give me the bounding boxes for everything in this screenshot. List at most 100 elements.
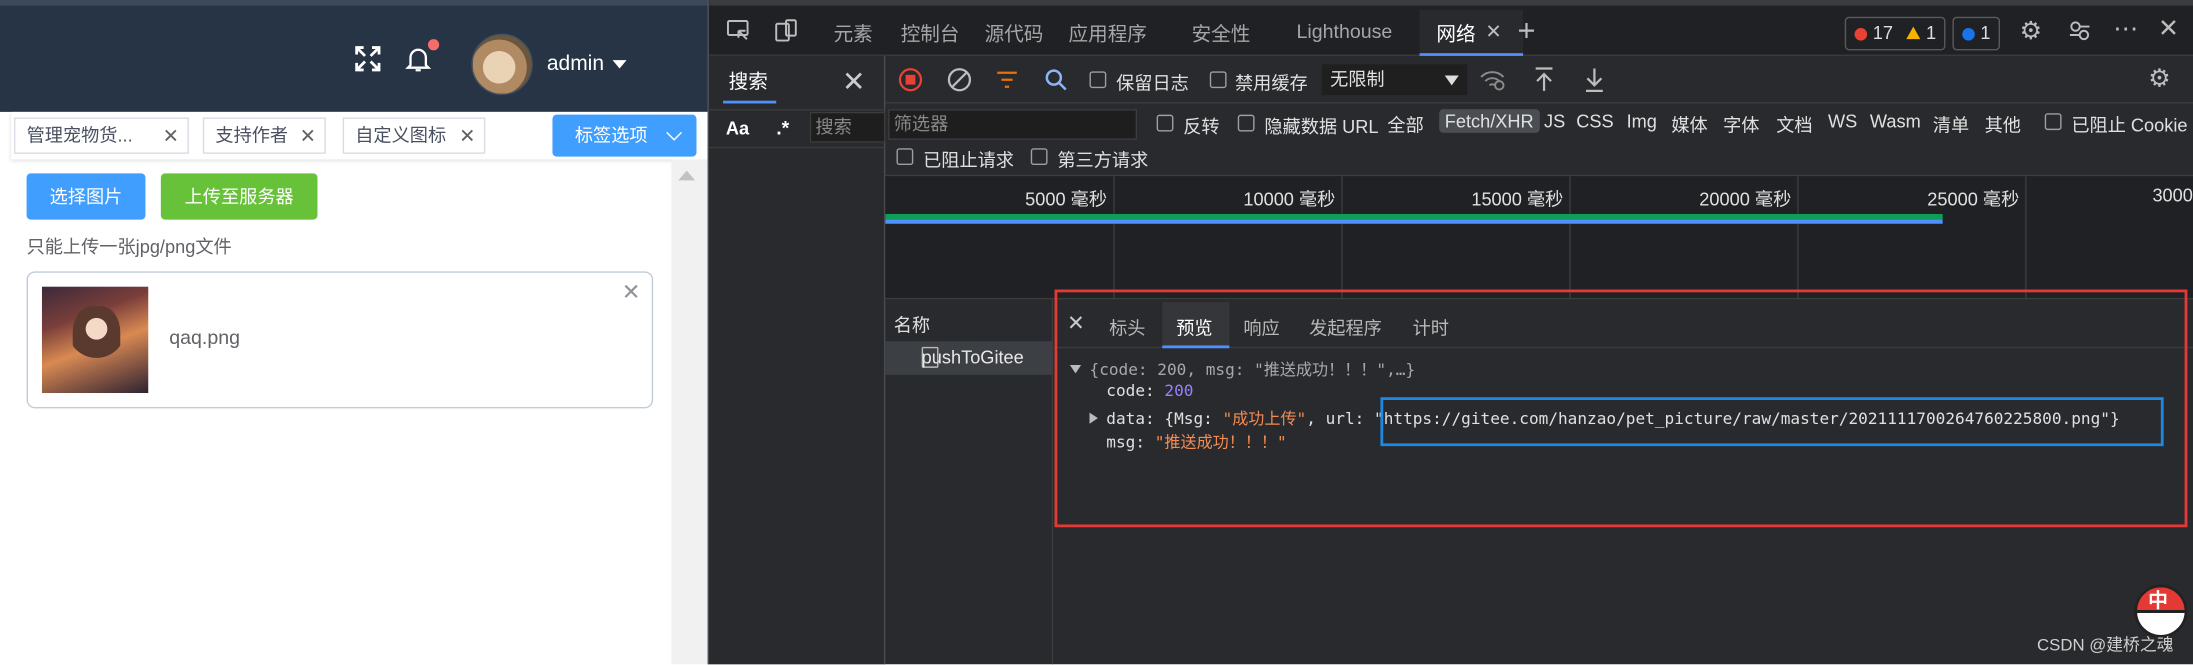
blocked-cookies-label: 已阻止 Cookie bbox=[2071, 114, 2188, 136]
screenshot-root: admin 管理宠物货... ✕ 支持作者 ✕ 自定义图标 ✕ 标签选项 选择图 bbox=[0, 0, 2193, 665]
hide-data-urls-checkbox[interactable] bbox=[1237, 114, 1255, 132]
watermark: CSDN @建桥之魂 bbox=[2037, 634, 2174, 655]
scrollbar[interactable] bbox=[671, 159, 708, 665]
filter-type-js[interactable]: JS bbox=[1544, 110, 1565, 131]
invert-checkbox[interactable] bbox=[1156, 114, 1174, 132]
tab-console[interactable]: 控制台 bbox=[901, 20, 960, 48]
blocked-requests-checkbox[interactable] bbox=[896, 148, 914, 166]
record-stop-icon[interactable] bbox=[898, 67, 923, 92]
clear-icon[interactable] bbox=[947, 67, 972, 92]
settings-gear-icon[interactable]: ⚙ bbox=[2020, 17, 2043, 46]
scroll-up-arrow-icon[interactable] bbox=[678, 170, 696, 181]
blocked-requests-label: 已阻止请求 bbox=[923, 149, 1015, 171]
caret-down-icon[interactable] bbox=[612, 60, 627, 69]
filter-type-img[interactable]: Img bbox=[1627, 110, 1657, 131]
fullscreen-icon[interactable] bbox=[351, 42, 385, 76]
upload-to-server-button[interactable]: 上传至服务器 bbox=[160, 173, 318, 220]
close-icon[interactable]: ✕ bbox=[300, 119, 316, 153]
third-party-checkbox[interactable] bbox=[1030, 148, 1048, 166]
inspect-element-icon[interactable] bbox=[726, 18, 751, 43]
json-url[interactable]: "https://gitee.com/hanzao/pet_picture/ra… bbox=[1374, 408, 2110, 428]
close-icon[interactable]: ✕ bbox=[163, 119, 179, 153]
disable-cache-label: 禁用缓存 bbox=[1234, 72, 1308, 94]
match-case-toggle[interactable]: Aa bbox=[726, 117, 749, 138]
tag-label: 支持作者 bbox=[215, 124, 289, 146]
filter-type-wasm[interactable]: Wasm bbox=[1870, 110, 1921, 131]
json-data-row[interactable]: data: {Msg: "成功上传", url: "https://gitee.… bbox=[1089, 407, 2120, 429]
close-tab-icon[interactable]: ✕ bbox=[1485, 20, 1501, 44]
more-options-icon[interactable]: ⋯ bbox=[2113, 14, 2138, 43]
close-devtools-icon[interactable]: ✕ bbox=[2158, 14, 2179, 43]
tab-elements[interactable]: 元素 bbox=[834, 20, 873, 48]
network-settings-gear-icon[interactable]: ⚙ bbox=[2148, 64, 2171, 93]
messages-badge[interactable]: 1 bbox=[1952, 16, 2001, 51]
filter-input[interactable]: 筛选器 bbox=[888, 109, 1138, 140]
filter-type-doc[interactable]: 文档 bbox=[1776, 110, 1812, 137]
filter-icon[interactable] bbox=[994, 67, 1019, 92]
json-root[interactable]: {code: 200, msg: "推送成功！！！",…} bbox=[1069, 358, 1416, 380]
filter-type-css[interactable]: CSS bbox=[1576, 110, 1613, 131]
export-har-icon[interactable] bbox=[1582, 66, 1607, 94]
filter-type-fetch-xhr[interactable]: Fetch/XHR bbox=[1439, 109, 1540, 133]
tab-headers[interactable]: 标头 bbox=[1109, 313, 1145, 340]
tab-security[interactable]: 安全性 bbox=[1192, 20, 1251, 48]
close-search-icon[interactable]: ✕ bbox=[842, 64, 865, 99]
filter-type-other[interactable]: 其他 bbox=[1985, 110, 2021, 137]
tab-lighthouse[interactable]: Lighthouse bbox=[1297, 20, 1393, 42]
network-conditions-icon[interactable] bbox=[1478, 67, 1506, 92]
remove-file-icon[interactable]: ✕ bbox=[622, 278, 641, 305]
tag-label: 管理宠物货... bbox=[26, 124, 133, 146]
filter-type-font[interactable]: 字体 bbox=[1723, 110, 1759, 137]
filter-type-all[interactable]: 全部 bbox=[1387, 110, 1423, 137]
message-count: 1 bbox=[1980, 22, 1991, 44]
user-avatar[interactable] bbox=[471, 33, 533, 96]
search-title[interactable]: 搜索 bbox=[729, 67, 768, 95]
filter-type-manifest[interactable]: 清单 bbox=[1933, 110, 1969, 137]
regex-toggle[interactable]: .* bbox=[776, 116, 789, 138]
request-name: pushToGitee bbox=[921, 346, 1024, 368]
tag-support-author[interactable]: 支持作者 ✕ bbox=[202, 117, 326, 154]
tab-timing[interactable]: 计时 bbox=[1413, 313, 1449, 340]
tag-options-label: 标签选项 bbox=[574, 124, 648, 146]
tab-network[interactable]: 网络 bbox=[1436, 20, 1475, 48]
tag-options-button[interactable]: 标签选项 bbox=[552, 114, 697, 157]
customize-icon[interactable] bbox=[2067, 18, 2092, 43]
request-row[interactable]: pushToGitee bbox=[885, 341, 1054, 375]
tab-preview[interactable]: 预览 bbox=[1176, 313, 1212, 340]
disable-cache-checkbox[interactable] bbox=[1209, 71, 1227, 89]
username-label[interactable]: admin bbox=[547, 52, 604, 76]
select-image-button[interactable]: 选择图片 bbox=[26, 173, 146, 220]
filter-type-media[interactable]: 媒体 bbox=[1671, 110, 1707, 137]
third-party-label: 第三方请求 bbox=[1057, 149, 1149, 171]
tab-sources[interactable]: 源代码 bbox=[985, 20, 1044, 48]
add-tab-icon[interactable]: + bbox=[1517, 13, 1535, 49]
json-summary: {code: 200, msg: "推送成功！！！",…} bbox=[1089, 359, 1416, 380]
filter-type-ws[interactable]: WS bbox=[1828, 110, 1857, 131]
close-icon[interactable]: ✕ bbox=[459, 119, 475, 153]
search-icon[interactable] bbox=[1043, 67, 1068, 92]
error-count: 17 bbox=[1872, 22, 1893, 44]
preserve-log-checkbox[interactable] bbox=[1089, 71, 1107, 89]
timeline-gridline bbox=[1113, 176, 1115, 300]
close-detail-icon[interactable]: ✕ bbox=[1067, 310, 1085, 336]
collapse-arrow-icon[interactable] bbox=[1069, 365, 1082, 374]
search-input[interactable]: 搜索 bbox=[809, 111, 886, 143]
expand-arrow-icon[interactable] bbox=[1089, 412, 1098, 424]
request-list: 名称 pushToGitee bbox=[885, 299, 1054, 665]
throttling-select[interactable]: 无限制 bbox=[1321, 64, 1468, 96]
blocked-cookies-checkbox[interactable] bbox=[2044, 113, 2062, 131]
notification-bell-icon[interactable] bbox=[403, 39, 440, 76]
name-column-header[interactable]: 名称 bbox=[894, 310, 930, 337]
app-header: admin bbox=[0, 0, 708, 112]
timeline-gridline bbox=[1797, 176, 1799, 300]
device-toolbar-icon[interactable] bbox=[773, 18, 798, 43]
tag-manage-pet-goods[interactable]: 管理宠物货... ✕ bbox=[13, 117, 189, 154]
ime-indicator-icon[interactable]: 中 bbox=[2134, 584, 2188, 638]
import-har-icon[interactable] bbox=[1531, 66, 1556, 94]
tab-initiator[interactable]: 发起程序 bbox=[1309, 313, 1382, 340]
network-panel: 保留日志 禁用缓存 无限制 ⚙ 筛选器 反转 隐藏数据 URL 全部 Fetch… bbox=[885, 56, 2193, 665]
tab-application[interactable]: 应用程序 bbox=[1069, 20, 1147, 48]
tag-custom-icon[interactable]: 自定义图标 ✕ bbox=[342, 117, 486, 154]
tab-response[interactable]: 响应 bbox=[1243, 313, 1279, 340]
issues-badge[interactable]: 17 1 bbox=[1844, 16, 1946, 51]
